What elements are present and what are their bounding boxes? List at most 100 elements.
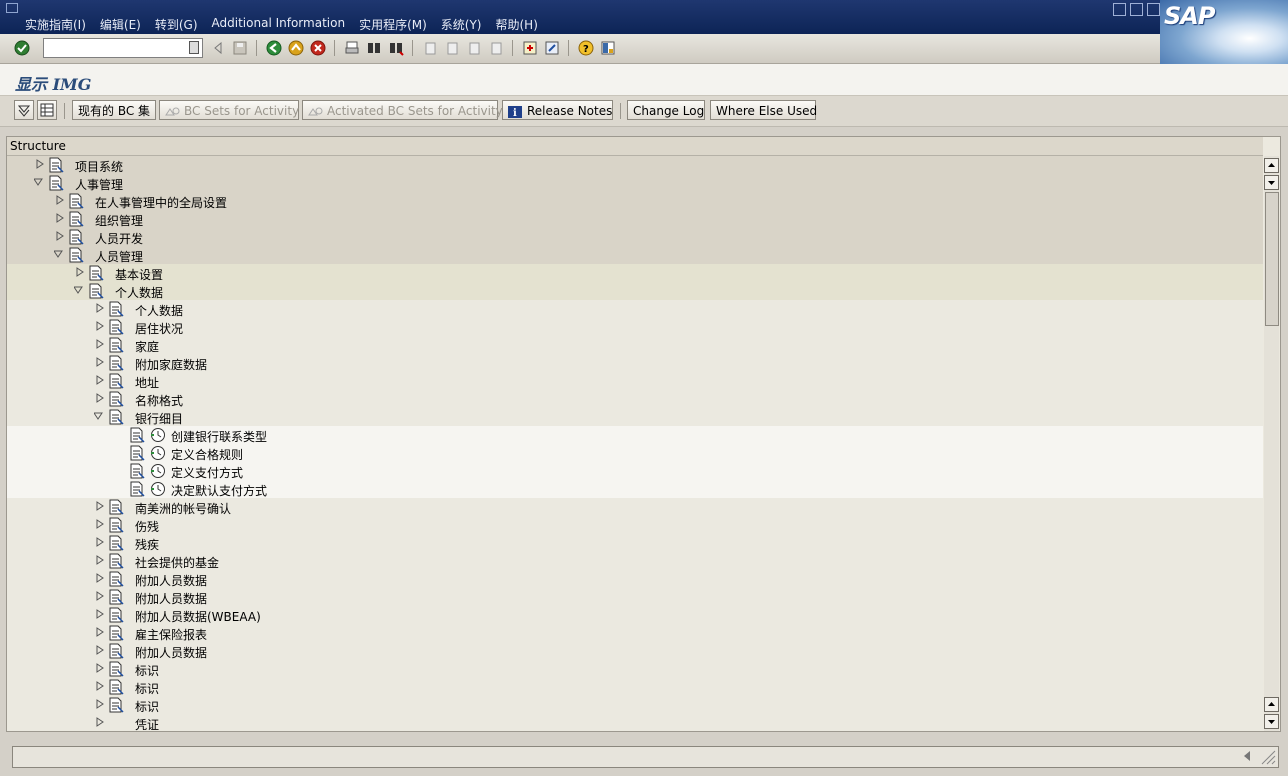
tree-node-label[interactable]: 附加人员数据 [135, 590, 207, 607]
tree-node[interactable]: 地址 [7, 372, 1263, 390]
close-window-icon[interactable] [1147, 3, 1160, 16]
tree-node-label[interactable]: 定义合格规则 [171, 446, 243, 463]
tree-node[interactable]: 标识 [7, 678, 1263, 696]
expand-triangle-icon[interactable] [96, 627, 104, 637]
documentation-icon[interactable] [88, 283, 104, 299]
tree-node[interactable]: 残疾 [7, 534, 1263, 552]
arrow-left-icon[interactable] [210, 40, 226, 56]
menu-item[interactable]: 系统(Y) [441, 16, 482, 33]
expand-triangle-icon[interactable] [96, 519, 104, 529]
documentation-icon[interactable] [108, 319, 124, 335]
menu-item[interactable]: 帮助(H) [495, 16, 537, 33]
expand-triangle-icon[interactable] [96, 717, 104, 727]
expand-triangle-icon[interactable] [96, 609, 104, 619]
collapse-triangle-icon[interactable] [34, 177, 44, 187]
tree-node-label[interactable]: 残疾 [135, 536, 159, 553]
tree-node[interactable]: 组织管理 [7, 210, 1263, 228]
menu-item[interactable]: 实用程序(M) [359, 16, 427, 33]
documentation-icon[interactable] [129, 481, 145, 497]
expand-triangle-icon[interactable] [96, 393, 104, 403]
expand-triangle-icon[interactable] [96, 645, 104, 655]
tree-node-label[interactable]: 附加人员数据(WBEAA) [135, 608, 261, 625]
expand-triangle-icon[interactable] [96, 699, 104, 709]
tree-node-label[interactable]: 伤残 [135, 518, 159, 535]
prev-page-icon[interactable] [444, 40, 460, 56]
documentation-icon[interactable] [108, 391, 124, 407]
menu-item[interactable]: 实施指南(I) [25, 16, 86, 33]
find-icon[interactable] [366, 40, 382, 56]
tree-node[interactable]: 标识 [7, 696, 1263, 714]
documentation-icon[interactable] [108, 679, 124, 695]
tree-node[interactable]: 个人数据 [7, 300, 1263, 318]
last-page-icon[interactable] [488, 40, 504, 56]
documentation-icon[interactable] [108, 661, 124, 677]
documentation-icon[interactable] [108, 553, 124, 569]
tree-node-label[interactable]: 标识 [135, 662, 159, 679]
tree-node[interactable]: 项目系统 [7, 156, 1263, 174]
tree-node[interactable]: 人事管理 [7, 174, 1263, 192]
documentation-icon[interactable] [108, 607, 124, 623]
documentation-icon[interactable] [129, 463, 145, 479]
scroll-up-button[interactable] [1264, 158, 1279, 173]
documentation-icon[interactable] [108, 337, 124, 353]
execute-activity-icon[interactable] [150, 463, 166, 479]
documentation-icon[interactable] [108, 535, 124, 551]
expand-triangle-icon[interactable] [96, 681, 104, 691]
expand-triangle-icon[interactable] [56, 231, 64, 241]
tree-node-label[interactable]: 项目系统 [75, 158, 123, 175]
documentation-icon[interactable] [48, 175, 64, 191]
documentation-icon[interactable] [108, 499, 124, 515]
tree-node[interactable]: 决定默认支付方式 [7, 480, 1263, 498]
expand-triangle-icon[interactable] [76, 267, 84, 277]
documentation-icon[interactable] [108, 301, 124, 317]
documentation-icon[interactable] [48, 157, 64, 173]
tree-node[interactable]: 定义支付方式 [7, 462, 1263, 480]
tree-node[interactable]: 个人数据 [7, 282, 1263, 300]
resize-grip-icon[interactable] [1258, 749, 1276, 765]
tree-node[interactable]: 居住状况 [7, 318, 1263, 336]
tree-node-label[interactable]: 南美洲的帐号确认 [135, 500, 231, 517]
expand-triangle-icon[interactable] [96, 501, 104, 511]
layout-icon[interactable] [600, 40, 616, 56]
print-icon[interactable] [344, 40, 360, 56]
activated-bc-sets-button[interactable]: Activated BC Sets for Activity [302, 100, 503, 120]
tree-node-label[interactable]: 雇主保险报表 [135, 626, 207, 643]
execute-activity-icon[interactable] [150, 481, 166, 497]
back-icon[interactable] [266, 40, 282, 56]
find-next-icon[interactable] [388, 40, 404, 56]
documentation-icon[interactable] [68, 211, 84, 227]
tree-node[interactable]: 创建银行联系类型 [7, 426, 1263, 444]
tree-node[interactable]: 附加家庭数据 [7, 354, 1263, 372]
menu-item[interactable]: 编辑(E) [100, 16, 141, 33]
where-else-used-button[interactable]: Where Else Used [710, 100, 817, 120]
tree-node[interactable]: 标识 [7, 660, 1263, 678]
expand-triangle-icon[interactable] [56, 213, 64, 223]
tree-node[interactable]: 人员开发 [7, 228, 1263, 246]
tree-node[interactable]: 雇主保险报表 [7, 624, 1263, 642]
first-page-icon[interactable] [422, 40, 438, 56]
tree-node-label[interactable]: 标识 [135, 698, 159, 715]
tree-node[interactable]: 社会提供的基金 [7, 552, 1263, 570]
collapse-triangle-icon[interactable] [74, 285, 84, 295]
documentation-icon[interactable] [68, 247, 84, 263]
tree-node-label[interactable]: 人员管理 [95, 248, 143, 265]
menu-item[interactable]: Additional Information [212, 16, 346, 33]
find-in-tree-button[interactable] [37, 100, 57, 120]
save-icon[interactable] [232, 40, 248, 56]
scroll-down-button[interactable] [1264, 175, 1279, 190]
documentation-icon[interactable] [129, 445, 145, 461]
tree-node-label[interactable]: 个人数据 [115, 284, 163, 301]
tree-node[interactable]: 家庭 [7, 336, 1263, 354]
expand-triangle-icon[interactable] [96, 591, 104, 601]
execute-activity-icon[interactable] [150, 427, 166, 443]
cancel-icon[interactable] [310, 40, 326, 56]
tree-node-label[interactable]: 个人数据 [135, 302, 183, 319]
expand-triangle-icon[interactable] [96, 357, 104, 367]
expand-triangle-icon[interactable] [96, 339, 104, 349]
tree-node-label[interactable]: 人员开发 [95, 230, 143, 247]
tree-node-label[interactable]: 社会提供的基金 [135, 554, 219, 571]
expand-triangle-icon[interactable] [96, 537, 104, 547]
tree-node-label[interactable]: 居住状况 [135, 320, 183, 337]
shortcut-icon[interactable] [544, 40, 560, 56]
collapse-triangle-icon[interactable] [54, 249, 64, 259]
